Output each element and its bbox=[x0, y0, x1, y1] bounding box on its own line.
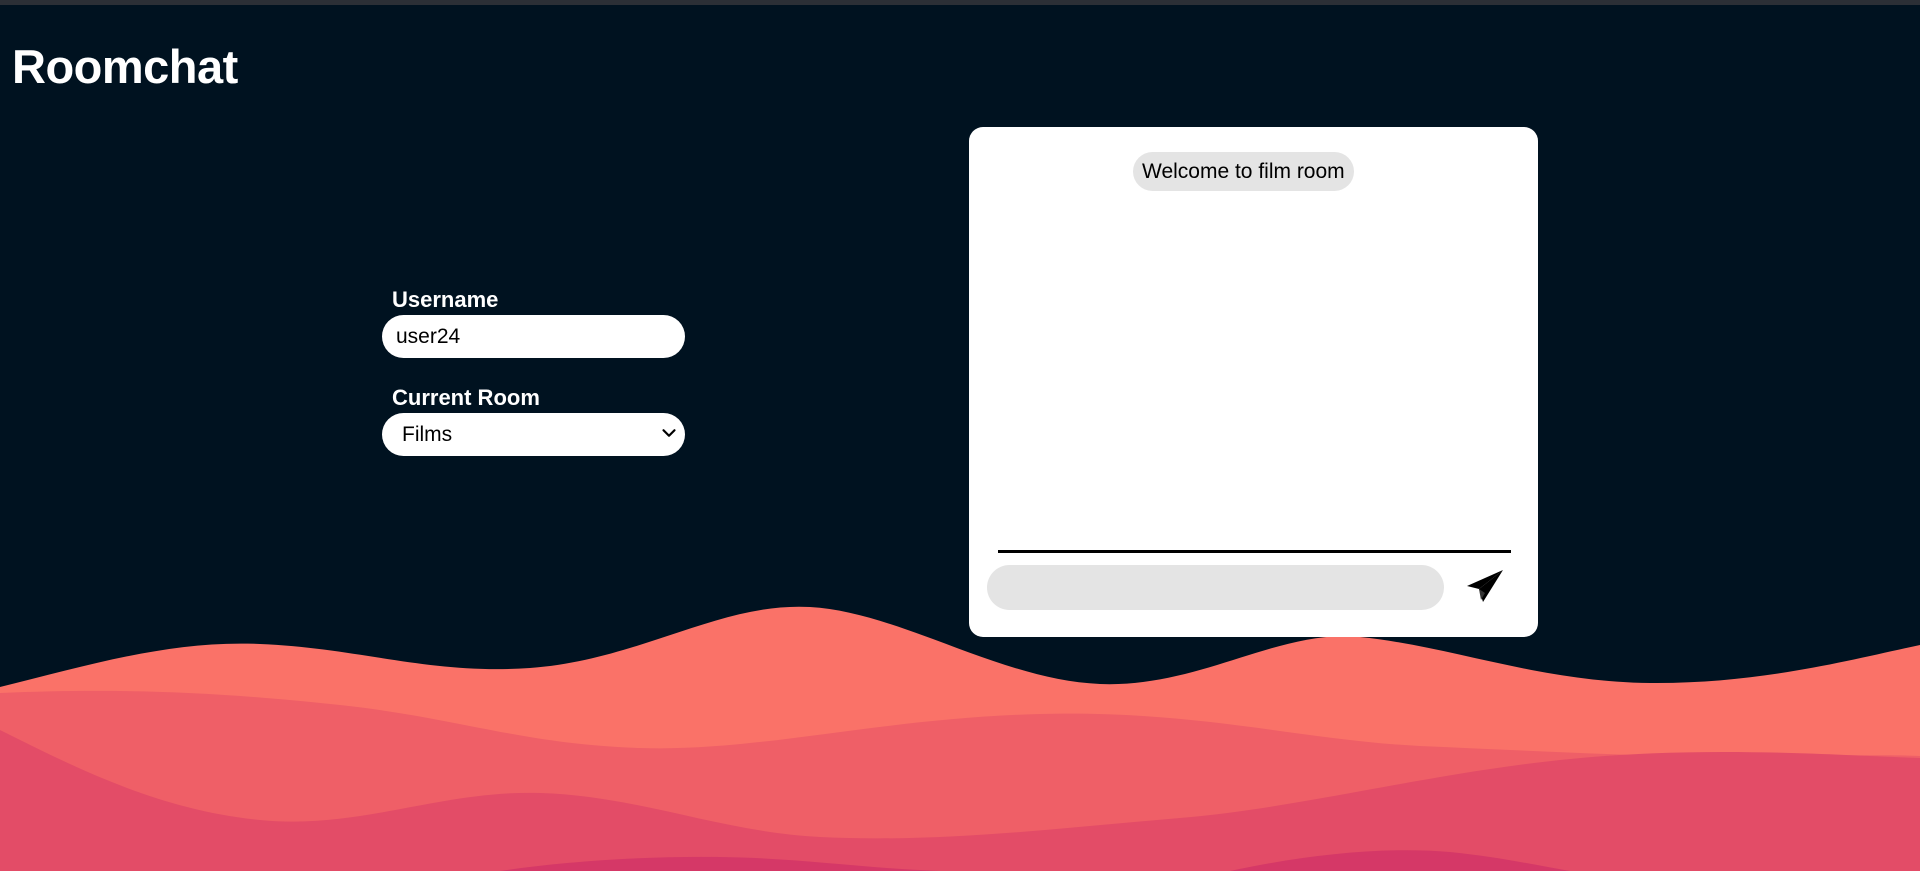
chevron-down-icon bbox=[662, 429, 676, 437]
welcome-message: Welcome to film room bbox=[1133, 152, 1354, 191]
chat-divider bbox=[998, 550, 1511, 553]
settings-form: Username Current Room Films bbox=[382, 285, 685, 456]
username-label: Username bbox=[392, 287, 499, 312]
username-input[interactable] bbox=[382, 315, 685, 358]
chat-window: Welcome to film room bbox=[969, 127, 1538, 637]
current-room-label: Current Room bbox=[392, 385, 540, 410]
app-title: Roomchat bbox=[12, 40, 238, 93]
room-select-value: Films bbox=[402, 423, 453, 446]
room-select[interactable]: Films bbox=[382, 413, 685, 456]
paper-plane-icon bbox=[1467, 570, 1503, 602]
message-input[interactable] bbox=[987, 565, 1444, 610]
send-button[interactable] bbox=[1459, 560, 1511, 612]
wave-background bbox=[0, 606, 1920, 871]
